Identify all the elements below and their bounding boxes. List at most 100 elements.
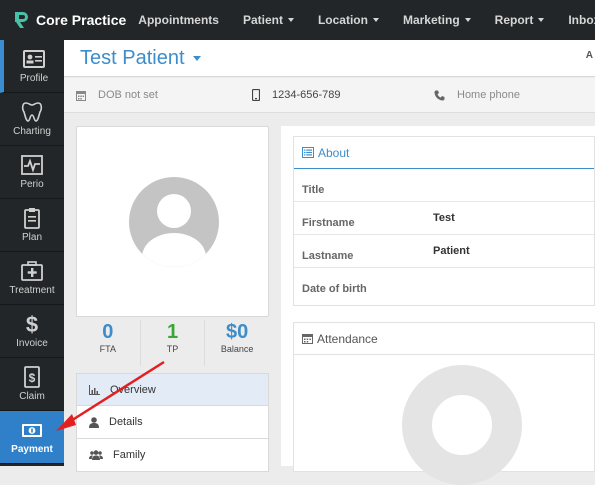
stat-value: 0 <box>102 321 114 343</box>
brand-name: Core Practice <box>36 12 127 28</box>
sidebar-item-charting[interactable]: Charting <box>0 93 64 146</box>
sidebar-item-treatment[interactable]: Treatment <box>0 252 64 305</box>
phone-icon <box>434 90 445 100</box>
about-row-lastname: Lastname Patient <box>294 235 594 268</box>
menu-item-label: Family <box>113 449 146 461</box>
nav-inbox[interactable]: Inbox <box>568 13 595 27</box>
patient-info-bar: DOB not set 1234-656-789 Home phone <box>64 78 595 113</box>
row-label: Date of birth <box>302 283 367 295</box>
sidebar-item-perio[interactable]: Perio <box>0 146 64 199</box>
stat-label: FTA <box>99 344 116 354</box>
dob-info: DOB not set <box>76 89 158 101</box>
caret-down-icon <box>464 18 471 22</box>
attendance-panel: Attendance <box>293 322 595 485</box>
nav-label: Report <box>494 13 534 27</box>
calendar-icon <box>76 90 86 101</box>
sidebar-item-profile[interactable]: Profile <box>0 40 64 93</box>
about-panel: About Title Firstname Test Lastname Pati… <box>293 136 595 306</box>
right-panel: About Title Firstname Test Lastname Pati… <box>281 126 595 485</box>
main-nav: Appointments Patient Location Marketing … <box>138 13 595 27</box>
patient-header: Test Patient A <box>64 40 595 77</box>
nav-label: Inbox <box>568 13 595 27</box>
nav-marketing[interactable]: Marketing <box>403 13 471 27</box>
menu-item-label: Overview <box>110 383 156 396</box>
id-card-icon <box>23 50 45 68</box>
about-panel-title: About <box>294 137 594 169</box>
caret-down-icon <box>372 18 379 22</box>
cash-icon <box>22 424 42 437</box>
brand-logo-icon <box>15 12 28 28</box>
sidebar-item-label: Claim <box>19 391 45 402</box>
nav-appointments[interactable]: Appointments <box>138 13 219 27</box>
pulse-icon <box>21 155 43 175</box>
about-row-firstname: Firstname Test <box>294 202 594 235</box>
svg-text:$: $ <box>29 371 36 385</box>
mobile-value: 1234-656-789 <box>272 89 341 101</box>
patient-name-dropdown[interactable]: Test Patient <box>80 47 201 70</box>
medical-kit-icon <box>21 261 43 281</box>
nav-location[interactable]: Location <box>318 13 379 27</box>
calendar-icon <box>302 334 313 344</box>
nav-label: Marketing <box>402 13 460 27</box>
avatar-placeholder-icon[interactable] <box>129 177 219 267</box>
sidebar-item-label: Plan <box>21 232 42 243</box>
menu-item-overview[interactable]: Overview <box>76 373 269 406</box>
tooth-icon <box>21 102 43 122</box>
menu-item-label: Details <box>109 416 143 428</box>
top-navbar: Core Practice Appointments Patient Locat… <box>0 0 595 40</box>
menu-item-details[interactable]: Details <box>76 406 269 439</box>
stat-value: $0 <box>226 321 249 343</box>
attendance-title-text: Attendance <box>317 331 378 346</box>
caret-down-icon <box>287 18 294 22</box>
about-title-text: About <box>318 145 350 160</box>
about-row-dob: Date of birth <box>294 268 594 301</box>
main-content: Test Patient A DOB not set 1234-656-789 … <box>64 40 595 485</box>
sidebar-item-label: Invoice <box>16 338 48 349</box>
clipboard-icon <box>24 208 40 229</box>
sidebar-item-invoice[interactable]: $ Invoice <box>0 305 64 358</box>
caret-down-icon <box>538 18 545 22</box>
row-label: Lastname <box>302 250 354 262</box>
stat-label: Balance <box>220 344 254 354</box>
row-label: Title <box>302 184 325 196</box>
patient-sidebar: Profile Charting Perio Plan Treatment $ … <box>0 40 64 466</box>
sidebar-item-label: Payment <box>11 444 53 455</box>
caret-down-icon <box>192 56 201 61</box>
mobile-phone-icon <box>252 89 260 101</box>
attendance-donut-chart <box>402 365 522 485</box>
nav-label: Location <box>317 13 368 27</box>
patient-name: Test Patient <box>80 47 185 69</box>
row-value: Patient <box>433 245 470 257</box>
chart-icon <box>89 384 100 395</box>
stat-balance[interactable]: $0 Balance <box>205 320 269 366</box>
sidebar-item-label: Profile <box>19 73 49 84</box>
stat-fta[interactable]: 0 FTA <box>76 320 141 366</box>
attendance-panel-title: Attendance <box>294 323 594 355</box>
sidebar-item-label: Perio <box>20 179 44 190</box>
patient-photo-card <box>76 126 269 317</box>
nav-report[interactable]: Report <box>495 13 545 27</box>
brand[interactable]: Core Practice <box>0 10 126 30</box>
dollar-icon: $ <box>26 313 38 335</box>
sidebar-item-payment[interactable]: Payment <box>0 411 64 464</box>
about-row-title: Title <box>294 169 594 202</box>
nav-label: Patient <box>242 13 283 27</box>
nav-label: Appointments <box>138 13 219 27</box>
row-value: Test <box>433 212 455 224</box>
stat-label: TP <box>166 344 179 354</box>
users-icon <box>89 450 103 460</box>
nav-patient[interactable]: Patient <box>243 13 294 27</box>
stat-value: 1 <box>166 321 179 343</box>
header-right-label: A <box>585 50 593 61</box>
stat-tp[interactable]: 1 TP <box>141 320 206 366</box>
menu-item-family[interactable]: Family <box>76 439 269 472</box>
home-phone-value: Home phone <box>457 89 520 101</box>
user-icon <box>89 416 99 428</box>
sidebar-item-label: Charting <box>13 126 51 137</box>
list-alt-icon <box>302 147 314 158</box>
dob-value: DOB not set <box>98 89 158 101</box>
sidebar-item-claim[interactable]: $ Claim <box>0 358 64 411</box>
patient-stats: 0 FTA 1 TP $0 Balance <box>76 320 269 366</box>
home-phone-info: Home phone <box>434 89 520 101</box>
sidebar-item-plan[interactable]: Plan <box>0 199 64 252</box>
